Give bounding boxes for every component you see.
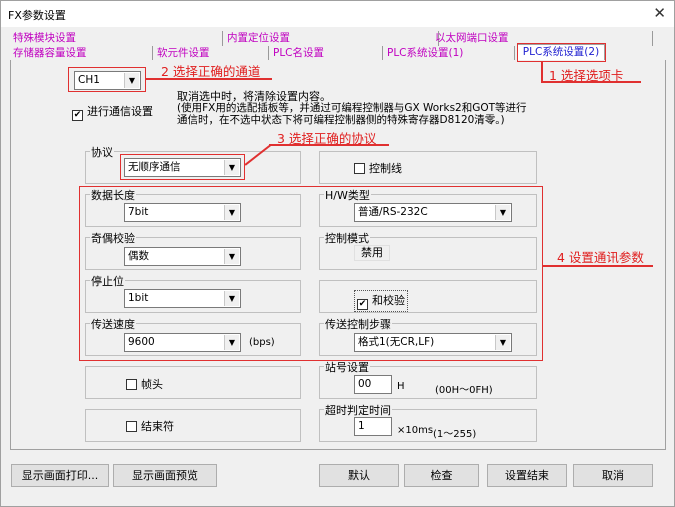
control-line-checkbox[interactable]: 控制线 (354, 160, 402, 176)
check-button[interactable]: 检查 (404, 464, 479, 487)
cancel-button[interactable]: 取消 (573, 464, 653, 487)
terminator-label: 结束符 (141, 420, 174, 433)
checkbox-box (126, 421, 137, 432)
fx-parameter-window: FX参数设置 ✕ 特殊模块设置 内置定位设置 以太网端口设置 存储器容量设置 软… (0, 0, 675, 507)
header-checkbox[interactable]: 帧头 (126, 376, 163, 392)
comm-note-line3: 通信时，在不选中状态下将可编程控制器侧的特殊寄存器D8120清零。) (177, 114, 505, 126)
finish-settings-button[interactable]: 设置结束 (487, 464, 567, 487)
close-icon[interactable]: ✕ (653, 4, 666, 22)
protocol-label: 协议 (90, 144, 114, 160)
tab-plc-system-1[interactable]: PLC系统设置(1) (387, 46, 515, 61)
window-title: FX参数设置 (8, 9, 66, 22)
station-label: 站号设置 (324, 359, 370, 375)
annotation-1: 1 选择选项卡 (549, 68, 624, 83)
checkbox-box (126, 379, 137, 390)
control-line-group (319, 151, 537, 184)
tab-device[interactable]: 软元件设置 (157, 46, 269, 61)
terminator-group (85, 409, 301, 442)
tab-builtin-positioning[interactable]: 内置定位设置 (227, 31, 439, 46)
station-range: (00H～0FH) (435, 385, 493, 396)
annotation-line-tab-v (541, 61, 543, 81)
tab-plc-name[interactable]: PLC名设置 (273, 46, 383, 61)
terminator-checkbox[interactable]: 结束符 (126, 418, 174, 434)
annotation-4: 4 设置通讯参数 (557, 250, 644, 265)
annotation-box-channel (68, 67, 146, 92)
station-input[interactable]: 00 (354, 375, 392, 394)
control-line-label: 控制线 (369, 162, 402, 175)
title-bar: FX参数设置 ✕ (1, 1, 674, 27)
comm-settings-label: 进行通信设置 (87, 105, 153, 118)
annotation-2: 2 选择正确的通道 (161, 64, 261, 79)
preview-screen-button[interactable]: 显示画面预览 (113, 464, 217, 487)
checkbox-box (354, 163, 365, 174)
default-button[interactable]: 默认 (319, 464, 399, 487)
annotation-3: 3 选择正确的协议 (277, 131, 377, 146)
print-screen-button[interactable]: 显示画面打印... (11, 464, 109, 487)
header-label: 帧头 (141, 378, 163, 391)
annotation-box-protocol (120, 154, 245, 180)
timeout-range: (1～255) (433, 429, 477, 440)
checkbox-box: ✔ (72, 110, 83, 121)
station-unit: H (397, 381, 405, 392)
timeout-label: 超时判定时间 (324, 402, 392, 418)
tab-memory-capacity[interactable]: 存储器容量设置 (13, 46, 153, 61)
annotation-box-tab (517, 43, 606, 62)
tab-special-module[interactable]: 特殊模块设置 (13, 31, 223, 46)
timeout-unit: ×10ms (397, 425, 434, 436)
annotation-box-params (79, 186, 543, 361)
header-group (85, 366, 301, 399)
timeout-input[interactable]: 1 (354, 417, 392, 436)
comm-settings-checkbox[interactable]: ✔ 进行通信设置 (72, 103, 153, 121)
